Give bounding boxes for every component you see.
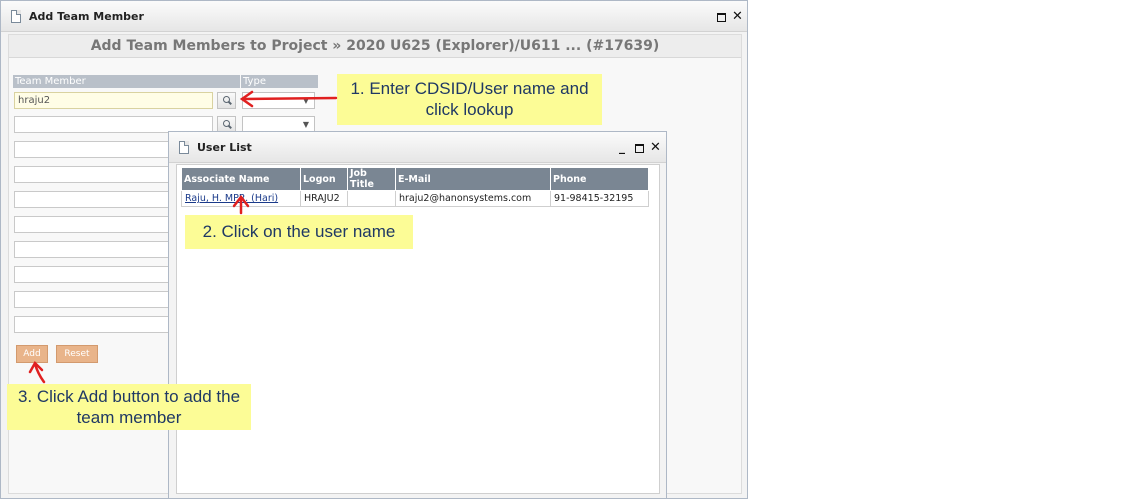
annotation-arrows: [28, 90, 338, 384]
step1-arrow: [239, 90, 338, 108]
step3-arrow: [28, 360, 46, 384]
step2-arrow: [232, 194, 250, 215]
